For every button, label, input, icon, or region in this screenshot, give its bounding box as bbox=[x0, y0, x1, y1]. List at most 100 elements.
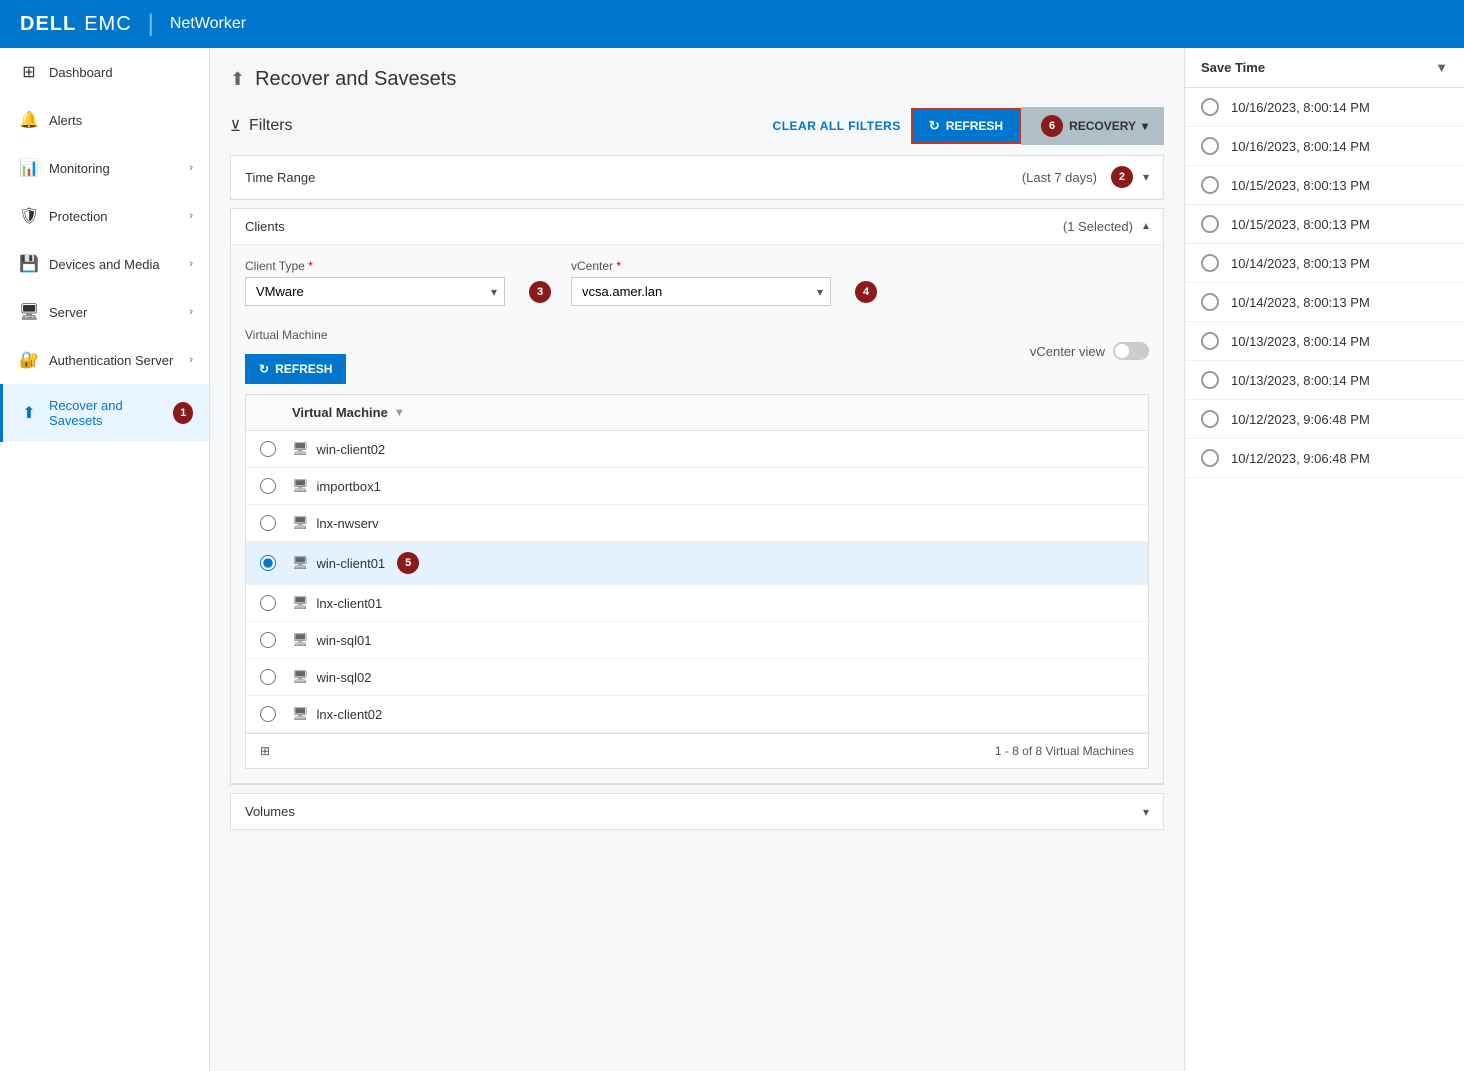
vm-table-count: 1 - 8 of 8 Virtual Machines bbox=[995, 744, 1134, 758]
save-time-text-1: 10/16/2023, 8:00:14 PM bbox=[1231, 139, 1370, 154]
sidebar-item-protection[interactable]: 🛡 Protection › bbox=[0, 192, 209, 240]
save-time-radio-3 bbox=[1201, 215, 1219, 233]
filters-actions: CLEAR ALL FILTERS ↻ REFRESH 6 RECOVERY ▾ bbox=[773, 107, 1164, 145]
page-title-row: ⬆ Recover and Savesets bbox=[230, 68, 1164, 91]
vm-radio-0[interactable] bbox=[260, 441, 276, 457]
vm-icon-7: 🖥 bbox=[292, 706, 309, 722]
app-header: DELLEMC | NetWorker bbox=[0, 0, 1464, 48]
inner-refresh-button[interactable]: ↻ REFRESH bbox=[245, 354, 346, 384]
vm-name-2: lnx-nwserv bbox=[317, 516, 379, 531]
save-time-row-6[interactable]: 10/13/2023, 8:00:14 PM bbox=[1185, 322, 1464, 361]
vm-icon-4: 🖥 bbox=[292, 595, 309, 611]
header-divider: | bbox=[148, 10, 154, 38]
sidebar-item-monitoring[interactable]: 📊 Monitoring › bbox=[0, 144, 209, 192]
monitoring-icon: 📊 bbox=[19, 158, 39, 178]
vm-row[interactable]: 🖥win-sql01 bbox=[246, 622, 1148, 659]
toggle-knob bbox=[1115, 344, 1129, 358]
step4-badge: 4 bbox=[855, 281, 877, 303]
save-time-row-5[interactable]: 10/14/2023, 8:00:13 PM bbox=[1185, 283, 1464, 322]
vcenter-view-toggle[interactable] bbox=[1113, 342, 1149, 360]
save-time-row-9[interactable]: 10/12/2023, 9:06:48 PM bbox=[1185, 439, 1464, 478]
volumes-row[interactable]: Volumes ▾ bbox=[230, 793, 1164, 830]
vcenter-view-toggle-row: vCenter view bbox=[1030, 342, 1149, 360]
save-time-row-0[interactable]: 10/16/2023, 8:00:14 PM bbox=[1185, 88, 1464, 127]
recover-icon: ⬆ bbox=[19, 403, 39, 423]
vm-filter-icon: ▼ bbox=[394, 407, 405, 419]
time-range-filter-row[interactable]: Time Range (Last 7 days) 2 ▾ bbox=[231, 156, 1163, 199]
sidebar-item-auth-server[interactable]: 🔐 Authentication Server › bbox=[0, 336, 209, 384]
vcenter-field: vCenter * vcsa.amer.lan bbox=[571, 259, 831, 306]
clients-expanded: Client Type * VMware Physical NAS bbox=[231, 245, 1163, 784]
vm-row[interactable]: 🖥importbox1 bbox=[246, 468, 1148, 505]
vm-row[interactable]: 🖥lnx-nwserv bbox=[246, 505, 1148, 542]
save-time-column-label: Save Time bbox=[1201, 60, 1265, 75]
step3-badge: 3 bbox=[529, 281, 551, 303]
vm-radio-7[interactable] bbox=[260, 706, 276, 722]
sidebar-label-dashboard: Dashboard bbox=[49, 65, 113, 80]
vm-radio-1[interactable] bbox=[260, 478, 276, 494]
save-time-radio-5 bbox=[1201, 293, 1219, 311]
app-name: NetWorker bbox=[170, 15, 246, 33]
save-time-radio-2 bbox=[1201, 176, 1219, 194]
vm-row-selected[interactable]: 🖥 win-client01 5 bbox=[246, 542, 1148, 585]
save-time-row-8[interactable]: 10/12/2023, 9:06:48 PM bbox=[1185, 400, 1464, 439]
refresh-button[interactable]: ↻ REFRESH bbox=[911, 108, 1021, 144]
vcenter-select[interactable]: vcsa.amer.lan bbox=[571, 277, 831, 306]
save-time-row-4[interactable]: 10/14/2023, 8:00:13 PM bbox=[1185, 244, 1464, 283]
save-time-row-3[interactable]: 10/15/2023, 8:00:13 PM bbox=[1185, 205, 1464, 244]
vm-name-4: lnx-client01 bbox=[317, 596, 383, 611]
vm-table-name-col: Virtual Machine ▼ bbox=[292, 405, 1134, 420]
sidebar-item-devices-media[interactable]: 💾 Devices and Media › bbox=[0, 240, 209, 288]
center-panel: ⬆ Recover and Savesets ⊻ Filters CLEAR A… bbox=[210, 48, 1184, 1071]
vm-radio-2[interactable] bbox=[260, 515, 276, 531]
clear-all-filters-button[interactable]: CLEAR ALL FILTERS bbox=[773, 119, 901, 133]
sidebar-item-recover-savesets[interactable]: ⬆ Recover and Savesets 1 bbox=[0, 384, 209, 442]
emc-text: EMC bbox=[84, 13, 131, 36]
vm-radio-3[interactable] bbox=[260, 555, 276, 571]
sidebar-label-protection: Protection bbox=[49, 209, 108, 224]
save-time-text-5: 10/14/2023, 8:00:13 PM bbox=[1231, 295, 1370, 310]
clients-label: Clients bbox=[245, 219, 1063, 234]
page-title-icon: ⬆ bbox=[230, 69, 245, 90]
auth-icon: 🔐 bbox=[19, 350, 39, 370]
sidebar-label-recover: Recover and Savesets bbox=[49, 398, 163, 428]
vm-row[interactable]: 🖥win-client02 bbox=[246, 431, 1148, 468]
vm-row[interactable]: 🖥lnx-client02 bbox=[246, 696, 1148, 733]
save-time-radio-1 bbox=[1201, 137, 1219, 155]
sidebar-item-alerts[interactable]: 🔔 Alerts bbox=[0, 96, 209, 144]
save-time-text-3: 10/15/2023, 8:00:13 PM bbox=[1231, 217, 1370, 232]
save-time-radio-6 bbox=[1201, 332, 1219, 350]
save-time-row-2[interactable]: 10/15/2023, 8:00:13 PM bbox=[1185, 166, 1464, 205]
vm-radio-5[interactable] bbox=[260, 632, 276, 648]
vm-icon-6: 🖥 bbox=[292, 669, 309, 685]
recovery-count-badge: 6 bbox=[1041, 115, 1063, 137]
clients-filter: Clients (1 Selected) ▾ Client Type * bbox=[230, 208, 1164, 785]
virtual-machine-label: Virtual Machine bbox=[245, 328, 1149, 342]
save-time-row-1[interactable]: 10/16/2023, 8:00:14 PM bbox=[1185, 127, 1464, 166]
save-time-filter-icon: ▼ bbox=[1435, 60, 1448, 75]
vm-row[interactable]: 🖥win-sql02 bbox=[246, 659, 1148, 696]
recovery-button[interactable]: 6 RECOVERY ▾ bbox=[1021, 107, 1164, 145]
brand-logo: DELLEMC bbox=[20, 13, 132, 36]
client-type-select[interactable]: VMware Physical NAS bbox=[245, 277, 505, 306]
vcenter-select-wrapper: vcsa.amer.lan bbox=[571, 277, 831, 306]
vm-radio-6[interactable] bbox=[260, 669, 276, 685]
sidebar-item-dashboard[interactable]: ⊞ Dashboard bbox=[0, 48, 209, 96]
save-time-row-7[interactable]: 10/13/2023, 8:00:14 PM bbox=[1185, 361, 1464, 400]
inner-refresh-icon: ↻ bbox=[259, 362, 269, 376]
refresh-icon: ↻ bbox=[929, 118, 940, 134]
vm-row[interactable]: 🖥 lnx-client01 bbox=[246, 585, 1148, 622]
vm-radio-4[interactable] bbox=[260, 595, 276, 611]
sidebar: ⊞ Dashboard 🔔 Alerts 📊 Monitoring › 🛡 Pr… bbox=[0, 48, 210, 1071]
save-time-text-4: 10/14/2023, 8:00:13 PM bbox=[1231, 256, 1370, 271]
sidebar-label-monitoring: Monitoring bbox=[49, 161, 110, 176]
sidebar-item-server[interactable]: 🖥 Server › bbox=[0, 288, 209, 336]
alerts-icon: 🔔 bbox=[19, 110, 39, 130]
step5-badge: 5 bbox=[397, 552, 419, 574]
recovery-chevron-icon: ▾ bbox=[1142, 119, 1148, 133]
clients-filter-row[interactable]: Clients (1 Selected) ▾ bbox=[231, 209, 1163, 245]
vm-name-0: win-client02 bbox=[317, 442, 386, 457]
dashboard-icon: ⊞ bbox=[19, 62, 39, 82]
time-range-chevron-icon: ▾ bbox=[1143, 170, 1149, 184]
time-range-filter: Time Range (Last 7 days) 2 ▾ bbox=[230, 155, 1164, 200]
